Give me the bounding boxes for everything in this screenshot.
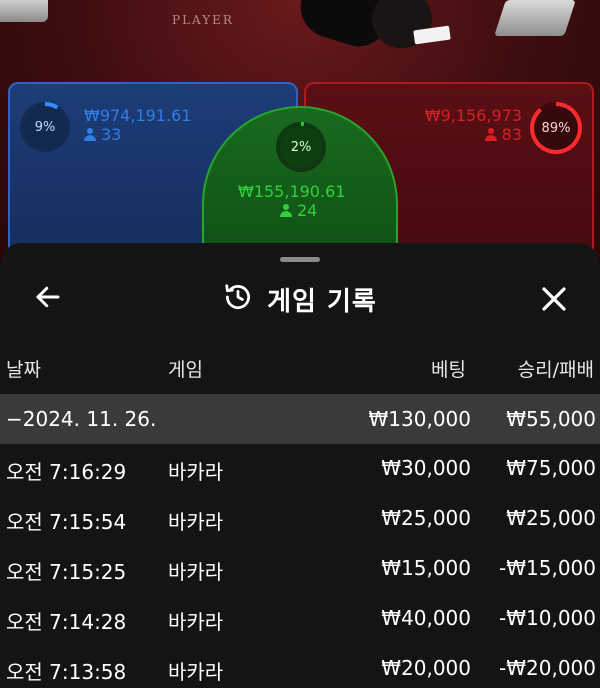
row-time: 오전 7:16:29 — [6, 460, 127, 484]
card-shoe-left — [0, 0, 48, 22]
close-icon — [539, 284, 569, 318]
row-result: -₩10,000 — [499, 606, 596, 630]
player-bettor-count: 33 — [84, 125, 191, 144]
row-time: 오전 7:14:28 — [6, 610, 127, 634]
sheet-title-wrap: 게임 기록 — [0, 273, 600, 325]
game-table-background: PLAYER 9% 89% 2% ₩974,191.61 33 ₩9,156,9… — [0, 0, 600, 260]
felt-player-label: PLAYER — [172, 13, 234, 27]
player-count-value: 33 — [101, 125, 122, 144]
row-bet: ₩15,000 — [381, 556, 471, 580]
player-stake-amount: ₩974,191.61 — [84, 106, 192, 125]
row-game: 바카라 — [168, 510, 224, 534]
row-bet: ₩40,000 — [381, 606, 471, 630]
tie-stake-amount: ₩155,190.61 — [238, 182, 346, 201]
table-row[interactable]: 오전 7:13:58 바카라 ₩20,000 -₩20,000 — [0, 644, 600, 688]
date-group-row[interactable]: −2024. 11. 26. ₩130,000 ₩55,000 — [0, 394, 600, 444]
history-icon — [223, 282, 253, 316]
row-game: 바카라 — [168, 660, 224, 684]
row-time: 오전 7:15:25 — [6, 560, 127, 584]
table-row[interactable]: 오전 7:15:25 바카라 ₩15,000 -₩15,000 — [0, 544, 600, 594]
dealer-arm-right — [366, 0, 438, 54]
column-header-game[interactable]: 게임 — [168, 355, 203, 382]
table-row[interactable]: 오전 7:15:54 바카라 ₩25,000 ₩25,000 — [0, 494, 600, 544]
table-row[interactable]: 오전 7:16:29 바카라 ₩30,000 ₩75,000 — [0, 444, 600, 494]
player-percent: 9% — [24, 106, 66, 148]
banker-stake: ₩9,156,973 83 — [390, 106, 522, 144]
row-bet: ₩30,000 — [381, 456, 471, 480]
back-button[interactable] — [30, 281, 66, 317]
table-row[interactable]: 오전 7:14:28 바카라 ₩40,000 -₩10,000 — [0, 594, 600, 644]
date-group-bet-total: ₩130,000 — [368, 407, 471, 431]
row-result: ₩75,000 — [506, 456, 596, 480]
banker-bettor-count: 83 — [390, 125, 522, 144]
banker-percent: 89% — [534, 106, 578, 150]
date-group-label: −2024. 11. 26. — [6, 407, 157, 431]
column-header-result[interactable]: 승리/패배 — [518, 355, 594, 382]
player-stake: ₩974,191.61 33 — [84, 106, 191, 144]
sheet-drag-handle[interactable] — [280, 257, 320, 262]
row-game: 바카라 — [168, 460, 224, 484]
tie-bettor-count: 24 — [238, 201, 345, 220]
card-shoe-right — [494, 0, 576, 36]
game-history-sheet: 게임 기록 날짜 게임 베팅 승리/패배 −2024. 11. 26. ₩130… — [0, 243, 600, 688]
player-percent-ring: 9% — [20, 102, 70, 152]
row-game: 바카라 — [168, 610, 224, 634]
banker-stake-amount: ₩9,156,973 — [424, 106, 522, 125]
row-bet: ₩20,000 — [381, 656, 471, 680]
user-icon — [484, 128, 497, 141]
row-result: -₩15,000 — [499, 556, 596, 580]
banker-count-value: 83 — [501, 125, 522, 144]
banker-percent-ring: 89% — [530, 102, 582, 154]
column-header-bet[interactable]: 베팅 — [431, 355, 466, 382]
close-button[interactable] — [534, 281, 574, 321]
tie-stake: ₩155,190.61 24 — [238, 182, 345, 220]
date-group-result-total: ₩55,000 — [506, 407, 596, 431]
tie-count-value: 24 — [297, 201, 318, 220]
sheet-title: 게임 기록 — [267, 286, 377, 317]
sheet-header: 게임 기록 — [0, 273, 600, 325]
row-bet: ₩25,000 — [381, 506, 471, 530]
row-result: ₩25,000 — [506, 506, 596, 530]
user-icon — [84, 128, 96, 141]
column-header-date[interactable]: 날짜 — [6, 355, 41, 382]
row-game: 바카라 — [168, 560, 224, 584]
user-icon — [280, 204, 292, 217]
tie-percent-ring: 2% — [276, 122, 326, 172]
arrow-left-icon — [33, 282, 63, 316]
tie-percent: 2% — [280, 126, 322, 168]
history-table: −2024. 11. 26. ₩130,000 ₩55,000 오전 7:16:… — [0, 394, 600, 688]
row-time: 오전 7:15:54 — [6, 510, 127, 534]
row-time: 오전 7:13:58 — [6, 660, 127, 684]
row-result: -₩20,000 — [499, 656, 596, 680]
